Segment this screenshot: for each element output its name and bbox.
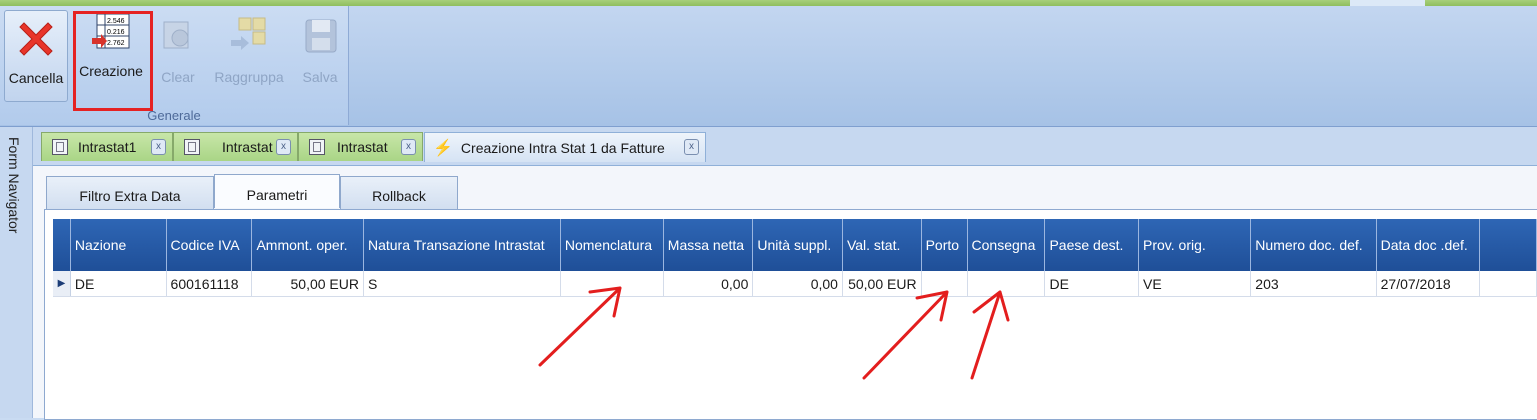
tab-label: Creazione Intra Stat 1 da Fatture [460,139,665,156]
table-cell[interactable]: 50,00 EUR [251,271,364,297]
tab-label: Intrastat [222,139,273,155]
column-header[interactable]: Unità suppl. [752,219,843,271]
table-cell[interactable]: 0,00 [752,271,843,297]
form-navigator-label: Form Navigator [6,137,22,234]
close-tab-icon[interactable]: x [276,139,291,155]
tab-intrastat-3[interactable]: Intrastat x [298,132,423,161]
tab-label: Parametri [246,187,308,203]
column-header[interactable]: Porto [921,219,968,271]
column-header[interactable]: Numero doc. def. [1250,219,1377,271]
data-grid: Nazione Codice IVA Ammont. oper. Natura … [53,219,1537,297]
tab-label: Intrastat1 [78,139,137,155]
close-tab-icon[interactable]: x [401,139,416,155]
column-header[interactable]: Natura Transazione Intrastat [363,219,561,271]
form-icon [184,139,200,155]
close-tab-icon[interactable]: x [151,139,166,155]
table-cell[interactable]: S [363,271,561,297]
table-row[interactable]: ▶ DE 600161118 50,00 EUR S 0,00 0,00 50,… [53,271,1537,297]
tab-label: Filtro Extra Data [79,188,181,204]
table-cell[interactable]: 50,00 EUR [842,271,922,297]
form-icon [52,139,68,155]
cancel-icon [16,17,56,57]
row-selector-header [53,219,71,271]
group-label: Raggruppa [214,69,284,85]
table-cell[interactable]: 600161118 [166,271,253,297]
tab-filtro-extra-data[interactable]: Filtro Extra Data [46,176,214,209]
row-indicator-icon: ▶ [53,271,71,297]
clear-button[interactable]: Clear [156,10,200,100]
column-header[interactable]: Prov. orig. [1138,219,1252,271]
table-cell[interactable]: 27/07/2018 [1376,271,1481,297]
highlight-box [73,11,153,111]
cancel-label: Cancella [8,70,64,86]
group-button[interactable]: Raggruppa [208,10,290,100]
table-cell[interactable] [921,271,968,297]
tab-creazione-intra-stat[interactable]: ⚡ Creazione Intra Stat 1 da Fatture x [424,132,706,162]
column-header[interactable]: Nomenclatura [560,219,664,271]
table-cell[interactable] [560,271,664,297]
lightning-icon: ⚡ [433,139,453,157]
column-header[interactable]: Nazione [70,219,167,271]
table-cell[interactable] [967,271,1046,297]
tab-rollback[interactable]: Rollback [340,176,458,209]
table-cell[interactable]: VE [1138,271,1252,297]
ribbon-group-general: Cancella 2.546 0.216 2.762 Creazione Cle… [0,6,349,125]
group-icon [229,16,269,56]
column-header[interactable]: Paese dest. [1044,219,1140,271]
document-tabs: Intrastat1 x Intrastat x Intrastat x ⚡ C… [33,127,1537,166]
tab-label: Rollback [372,188,426,204]
column-header-empty [1479,219,1537,271]
table-cell[interactable]: DE [1044,271,1140,297]
save-button[interactable]: Salva [298,10,342,100]
grid-header-row: Nazione Codice IVA Ammont. oper. Natura … [53,219,1537,271]
form-icon [309,139,325,155]
column-header[interactable]: Codice IVA [166,219,253,271]
table-cell[interactable]: 203 [1250,271,1377,297]
form-navigator[interactable]: Form Navigator [0,127,33,418]
tab-parametri[interactable]: Parametri [214,174,340,208]
column-header[interactable]: Data doc .def. [1376,219,1481,271]
table-cell[interactable]: 0,00 [663,271,754,297]
column-header[interactable]: Val. stat. [842,219,922,271]
column-header[interactable]: Massa netta [663,219,754,271]
clear-icon [158,16,198,56]
cancel-button[interactable]: Cancella [4,10,68,102]
close-tab-icon[interactable]: x [684,139,699,155]
column-header[interactable]: Consegna [967,219,1046,271]
ribbon-group-label: Generale [147,108,201,123]
tab-label: Intrastat [337,139,388,155]
tab-intrastat-2[interactable]: Intrastat x [173,132,298,161]
tab-intrastat1[interactable]: Intrastat1 x [41,132,173,161]
ribbon: Cancella 2.546 0.216 2.762 Creazione Cle… [0,6,1537,127]
table-cell-empty [1479,271,1537,297]
column-header[interactable]: Ammont. oper. [251,219,364,271]
clear-label: Clear [161,69,195,85]
save-label: Salva [302,69,338,85]
save-icon [300,16,340,56]
table-cell[interactable]: DE [70,271,167,297]
